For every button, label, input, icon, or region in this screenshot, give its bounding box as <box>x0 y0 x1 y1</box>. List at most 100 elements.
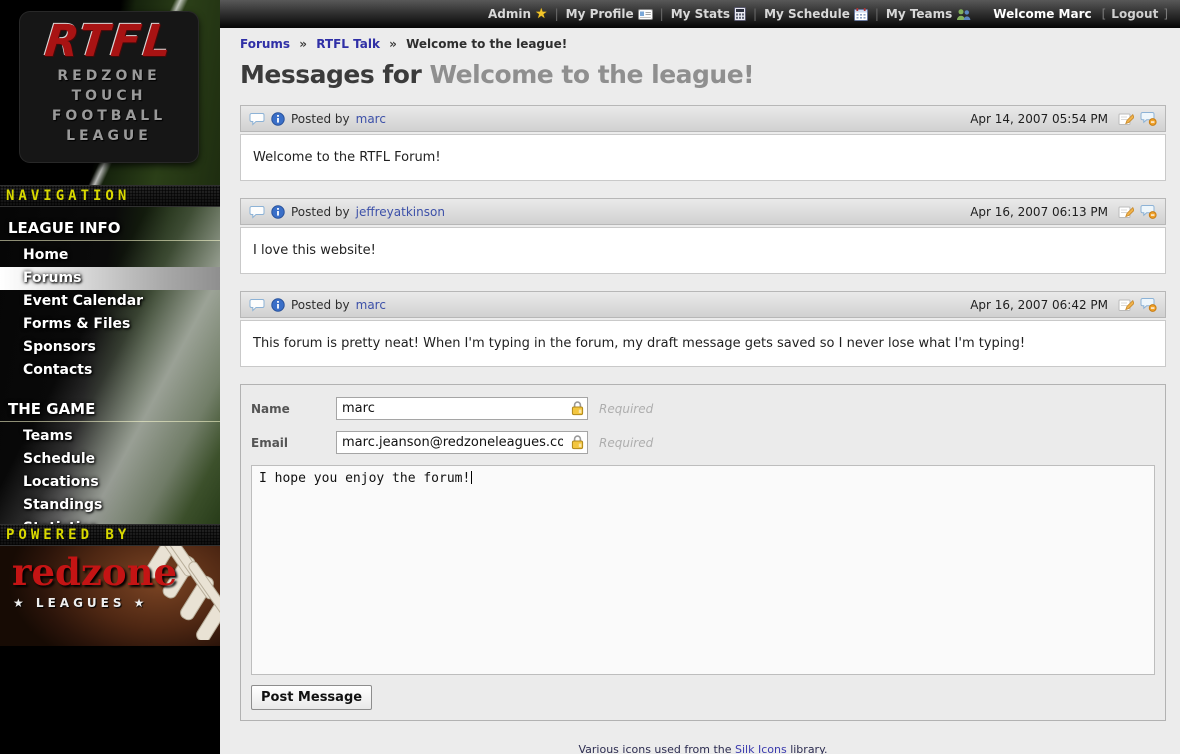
edit-message-button[interactable] <box>1118 112 1134 126</box>
topbar-separator: | <box>660 7 664 21</box>
breadcrumb-rtfl-talk-link[interactable]: RTFL Talk <box>316 37 380 51</box>
message-timestamp: Apr 16, 2007 06:42 PM <box>970 298 1108 312</box>
sidebar-item-schedule[interactable]: Schedule <box>0 448 220 471</box>
league-logo-line: FOOTBALL <box>20 106 198 126</box>
powered-by-marquee: POWERED BY <box>0 524 220 546</box>
email-input[interactable] <box>336 431 588 454</box>
league-logo-line: REDZONE <box>20 66 198 86</box>
message-post: Posted by marc Apr 16, 2007 06:42 PM Thi… <box>240 291 1166 367</box>
sidebar-item-forms-files[interactable]: Forms & Files <box>0 313 220 336</box>
logout-bracket: ] <box>1163 7 1168 21</box>
sidebar: RTFL REDZONE TOUCH FOOTBALL LEAGUE NAVIG… <box>0 0 220 754</box>
message-textarea[interactable]: I hope you enjoy the forum! <box>251 465 1155 675</box>
info-icon[interactable] <box>271 298 285 312</box>
league-logo-line: TOUCH <box>20 86 198 106</box>
text-caret <box>471 471 472 484</box>
reply-form: Name Required Email Required I hope you <box>240 384 1166 721</box>
nav-section-the-game: THE GAME <box>0 394 220 422</box>
breadcrumb-separator: » <box>299 37 307 51</box>
message-draft-text: I hope you enjoy the forum! <box>259 471 470 486</box>
page-title-topic: Welcome to the league! <box>429 60 754 89</box>
league-logo-acronym: RTFL <box>42 18 175 66</box>
edit-icon <box>1118 205 1134 219</box>
calendar-icon <box>854 8 868 21</box>
sidebar-item-teams[interactable]: Teams <box>0 425 220 448</box>
sidebar-item-contacts[interactable]: Contacts <box>0 359 220 382</box>
message-header: Posted by marc Apr 16, 2007 06:42 PM <box>240 291 1166 318</box>
footer-line-icons: Various icons used from the Silk Icons l… <box>240 738 1166 754</box>
topbar-my-teams-label: My Teams <box>886 7 952 21</box>
message-header: Posted by marc Apr 14, 2007 05:54 PM <box>240 105 1166 132</box>
topbar-my-teams-link[interactable]: My Teams <box>886 7 971 21</box>
topbar-my-schedule-link[interactable]: My Schedule <box>764 7 868 21</box>
sidebar-nav: LEAGUE INFO Home Forums Event Calendar F… <box>0 207 220 524</box>
footer-text: library. <box>787 743 828 754</box>
comment-delete-icon <box>1140 204 1157 219</box>
message-body: I love this website! <box>240 227 1166 274</box>
topbar: Admin ★ | My Profile | My Stats | My Sch… <box>220 0 1180 28</box>
sidebar-item-locations[interactable]: Locations <box>0 471 220 494</box>
navigation-marquee: NAVIGATION <box>0 185 220 207</box>
topbar-my-stats-label: My Stats <box>671 7 730 21</box>
silk-icons-link[interactable]: Silk Icons <box>735 743 787 754</box>
league-logo-line: LEAGUE <box>20 126 198 146</box>
page-title: Messages for Welcome to the league! <box>240 60 1166 89</box>
topbar-my-profile-link[interactable]: My Profile <box>566 7 653 21</box>
sidebar-item-home[interactable]: Home <box>0 244 220 267</box>
comment-icon <box>249 112 265 126</box>
posted-by-label: Posted by <box>291 298 350 312</box>
name-label: Name <box>251 402 336 416</box>
email-label: Email <box>251 436 336 450</box>
delete-comment-button[interactable] <box>1140 204 1157 219</box>
message-author-link[interactable]: jeffreyatkinson <box>356 205 445 219</box>
league-logo[interactable]: RTFL REDZONE TOUCH FOOTBALL LEAGUE <box>20 12 198 162</box>
topbar-my-schedule-label: My Schedule <box>764 7 850 21</box>
delete-comment-button[interactable] <box>1140 297 1157 312</box>
logout-button[interactable]: Logout <box>1111 7 1158 21</box>
topbar-admin-link[interactable]: Admin ★ <box>488 6 548 22</box>
post-message-button[interactable]: Post Message <box>251 685 372 710</box>
delete-comment-button[interactable] <box>1140 111 1157 126</box>
sidebar-item-forums[interactable]: Forums <box>0 267 220 290</box>
comment-icon <box>249 298 265 312</box>
message-author-link[interactable]: marc <box>356 112 386 126</box>
edit-message-button[interactable] <box>1118 298 1134 312</box>
nav-section-league-info: LEAGUE INFO <box>0 213 220 241</box>
redzone-leagues-text: ★ LEAGUES ★ <box>13 596 148 610</box>
edit-icon <box>1118 298 1134 312</box>
comment-delete-icon <box>1140 111 1157 126</box>
message-header: Posted by jeffreyatkinson Apr 16, 2007 0… <box>240 198 1166 225</box>
edit-message-button[interactable] <box>1118 205 1134 219</box>
welcome-user-label: Welcome Marc <box>993 7 1091 21</box>
topbar-my-profile-label: My Profile <box>566 7 634 21</box>
email-row: Email Required <box>251 431 1155 454</box>
footer-text: Various icons used from the <box>578 743 735 754</box>
redzone-leagues-logo[interactable]: redzone ★ LEAGUES ★ <box>0 546 220 646</box>
info-icon[interactable] <box>271 205 285 219</box>
group-icon <box>956 8 971 21</box>
breadcrumb-current: Welcome to the league! <box>406 37 567 51</box>
sidebar-item-standings[interactable]: Standings <box>0 494 220 517</box>
required-hint: Required <box>599 402 653 416</box>
topbar-my-stats-link[interactable]: My Stats <box>671 7 746 21</box>
breadcrumb-forums-link[interactable]: Forums <box>240 37 290 51</box>
sidebar-item-event-calendar[interactable]: Event Calendar <box>0 290 220 313</box>
name-input[interactable] <box>336 397 588 420</box>
message-timestamp: Apr 14, 2007 05:54 PM <box>970 112 1108 126</box>
name-input-wrap <box>336 397 588 420</box>
star-icon: ★ <box>535 6 548 22</box>
message-body: This forum is pretty neat! When I'm typi… <box>240 320 1166 367</box>
message-author-link[interactable]: marc <box>356 298 386 312</box>
name-row: Name Required <box>251 397 1155 420</box>
info-icon[interactable] <box>271 112 285 126</box>
sidebar-filler <box>0 646 220 754</box>
app-window: RTFL REDZONE TOUCH FOOTBALL LEAGUE NAVIG… <box>0 0 1180 754</box>
content-area: Forums » RTFL Talk » Welcome to the leag… <box>220 28 1180 754</box>
message-body: Welcome to the RTFL Forum! <box>240 134 1166 181</box>
topbar-separator: | <box>875 7 879 21</box>
breadcrumb-separator: » <box>389 37 397 51</box>
sidebar-logo-area: RTFL REDZONE TOUCH FOOTBALL LEAGUE <box>0 0 220 185</box>
main-area: Admin ★ | My Profile | My Stats | My Sch… <box>220 0 1180 754</box>
sidebar-item-sponsors[interactable]: Sponsors <box>0 336 220 359</box>
posted-by-label: Posted by <box>291 112 350 126</box>
